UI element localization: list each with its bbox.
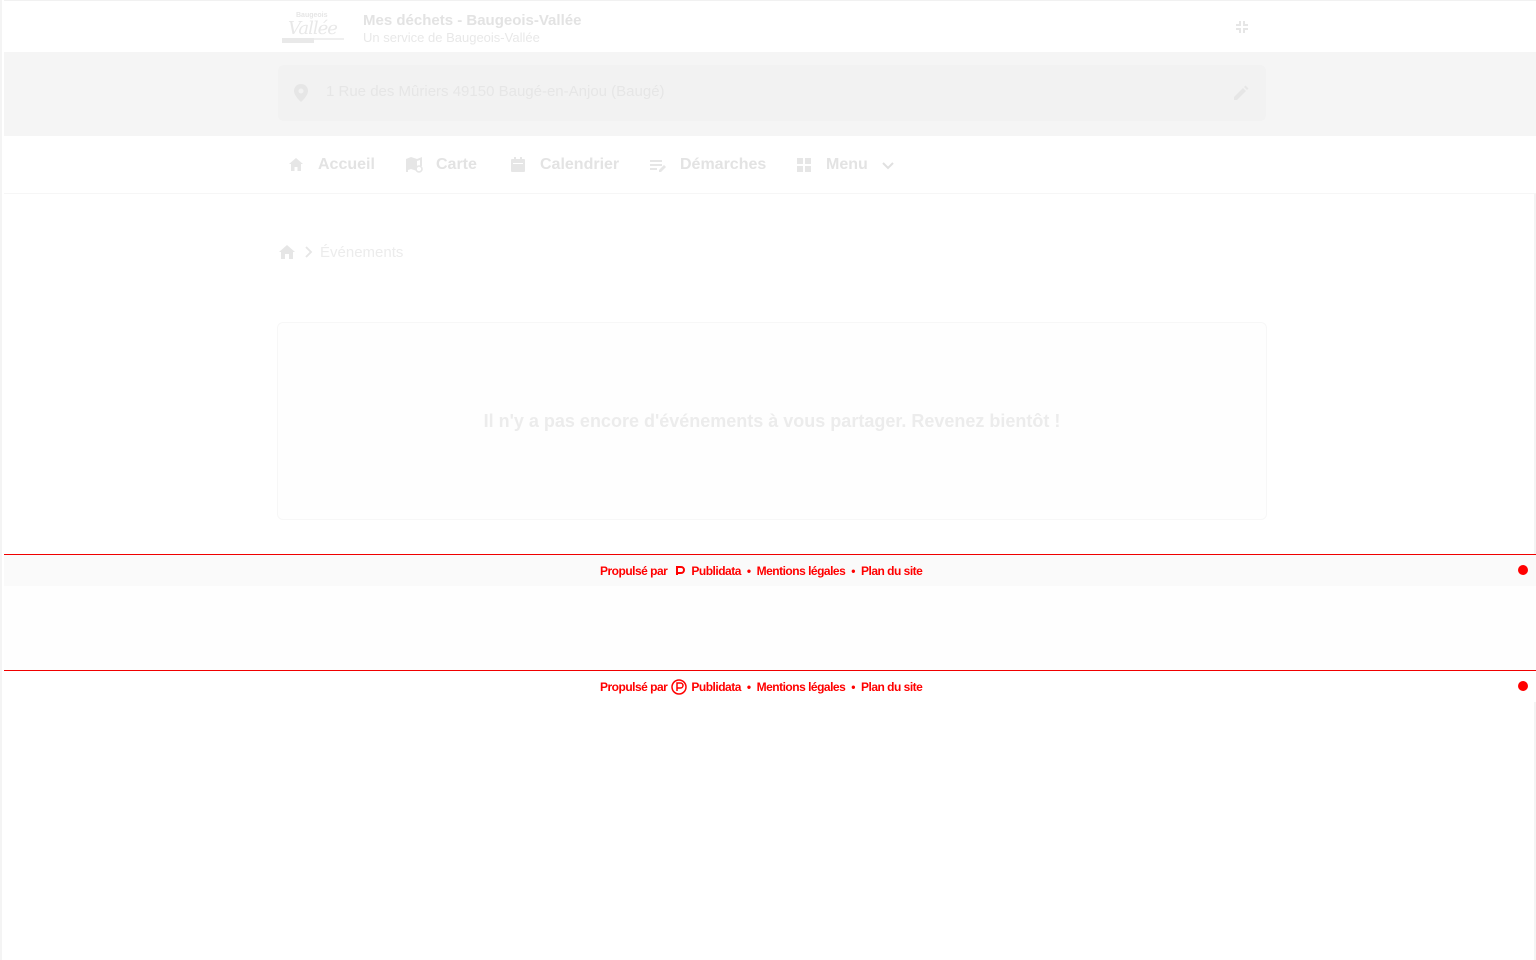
grid-icon bbox=[794, 155, 814, 175]
powered-by-label: Propulsé par bbox=[600, 564, 668, 578]
edit-pencil-icon[interactable] bbox=[1230, 82, 1252, 104]
nav-label: Menu bbox=[826, 156, 868, 173]
home-icon bbox=[286, 155, 306, 175]
sitemap-link[interactable]: Plan du site bbox=[861, 564, 923, 578]
footer-separator: • bbox=[746, 564, 751, 578]
publidata-logo-icon bbox=[671, 679, 688, 695]
events-empty-card: Il n'y a pas encore d'événements à vous … bbox=[277, 322, 1267, 520]
footer-duplicate: Propulsé par Publidata • Mentions légale… bbox=[4, 670, 1536, 702]
nav-label: Carte bbox=[436, 156, 477, 173]
publidata-link[interactable]: Publidata bbox=[691, 680, 741, 694]
nav-label: Accueil bbox=[318, 156, 375, 173]
address-text: 1 Rue des Mûriers 49150 Baugé-en-Anjou (… bbox=[326, 83, 665, 100]
footer-separator: • bbox=[851, 680, 855, 694]
nav-item-calendrier[interactable]: Calendrier bbox=[508, 153, 619, 177]
address-band: 1 Rue des Mûriers 49150 Baugé-en-Anjou (… bbox=[4, 52, 1536, 136]
page: Baugeois Vallée Mes déchets - Baugeois-V… bbox=[0, 0, 1536, 960]
empty-state-message: Il n'y a pas encore d'événements à vous … bbox=[483, 411, 1061, 431]
legal-mentions-link[interactable]: Mentions légales bbox=[757, 564, 846, 578]
footer-separator: • bbox=[851, 564, 855, 578]
chevron-down-icon bbox=[880, 157, 896, 173]
address-field[interactable]: 1 Rue des Mûriers 49150 Baugé-en-Anjou (… bbox=[278, 65, 1266, 121]
nav-item-menu[interactable]: Menu bbox=[794, 153, 896, 177]
footer-separator: • bbox=[746, 680, 751, 694]
calendar-icon bbox=[508, 155, 528, 175]
status-dot bbox=[1518, 681, 1528, 691]
logo-tag bbox=[282, 38, 314, 43]
site-subtitle: Un service de Baugeois-Vallée bbox=[363, 30, 540, 45]
publidata-logo-icon bbox=[671, 563, 687, 579]
powered-by-label: Propulsé par bbox=[600, 680, 668, 694]
form-edit-icon bbox=[648, 155, 668, 175]
breadcrumb: Événements bbox=[278, 242, 403, 262]
top-header: Baugeois Vallée Mes déchets - Baugeois-V… bbox=[4, 0, 1536, 52]
legal-mentions-link[interactable]: Mentions légales bbox=[757, 680, 846, 694]
nav-item-carte[interactable]: Carte bbox=[404, 153, 477, 177]
site-title: Mes déchets - Baugeois-Vallée bbox=[363, 12, 582, 29]
main-nav: Accueil Carte Calendrier Démarches Menu bbox=[4, 136, 1536, 194]
sitemap-link[interactable]: Plan du site bbox=[861, 680, 923, 694]
blank-band bbox=[4, 586, 1536, 670]
footer-links: Propulsé par Publidata • Mentions légale… bbox=[600, 678, 923, 696]
nav-label: Calendrier bbox=[540, 156, 620, 173]
site-logo[interactable]: Baugeois Vallée bbox=[280, 11, 348, 45]
breadcrumb-current: Événements bbox=[320, 243, 404, 261]
nav-item-demarches[interactable]: Démarches bbox=[648, 153, 766, 177]
chevron-right-icon bbox=[302, 245, 316, 259]
location-pin-icon bbox=[292, 83, 310, 103]
footer: Propulsé par Publidata • Mentions légale… bbox=[4, 554, 1536, 586]
exit-fullscreen-icon[interactable] bbox=[1232, 17, 1252, 37]
publidata-link[interactable]: Publidata bbox=[691, 564, 741, 578]
nav-item-accueil[interactable]: Accueil bbox=[286, 153, 375, 177]
status-dot bbox=[1518, 565, 1528, 575]
logo-script: Vallée bbox=[288, 18, 338, 39]
breadcrumb-home-icon[interactable] bbox=[278, 243, 296, 261]
map-icon bbox=[404, 155, 424, 175]
footer-links: Propulsé par Publidata • Mentions légale… bbox=[600, 562, 923, 580]
nav-label: Démarches bbox=[680, 156, 767, 173]
